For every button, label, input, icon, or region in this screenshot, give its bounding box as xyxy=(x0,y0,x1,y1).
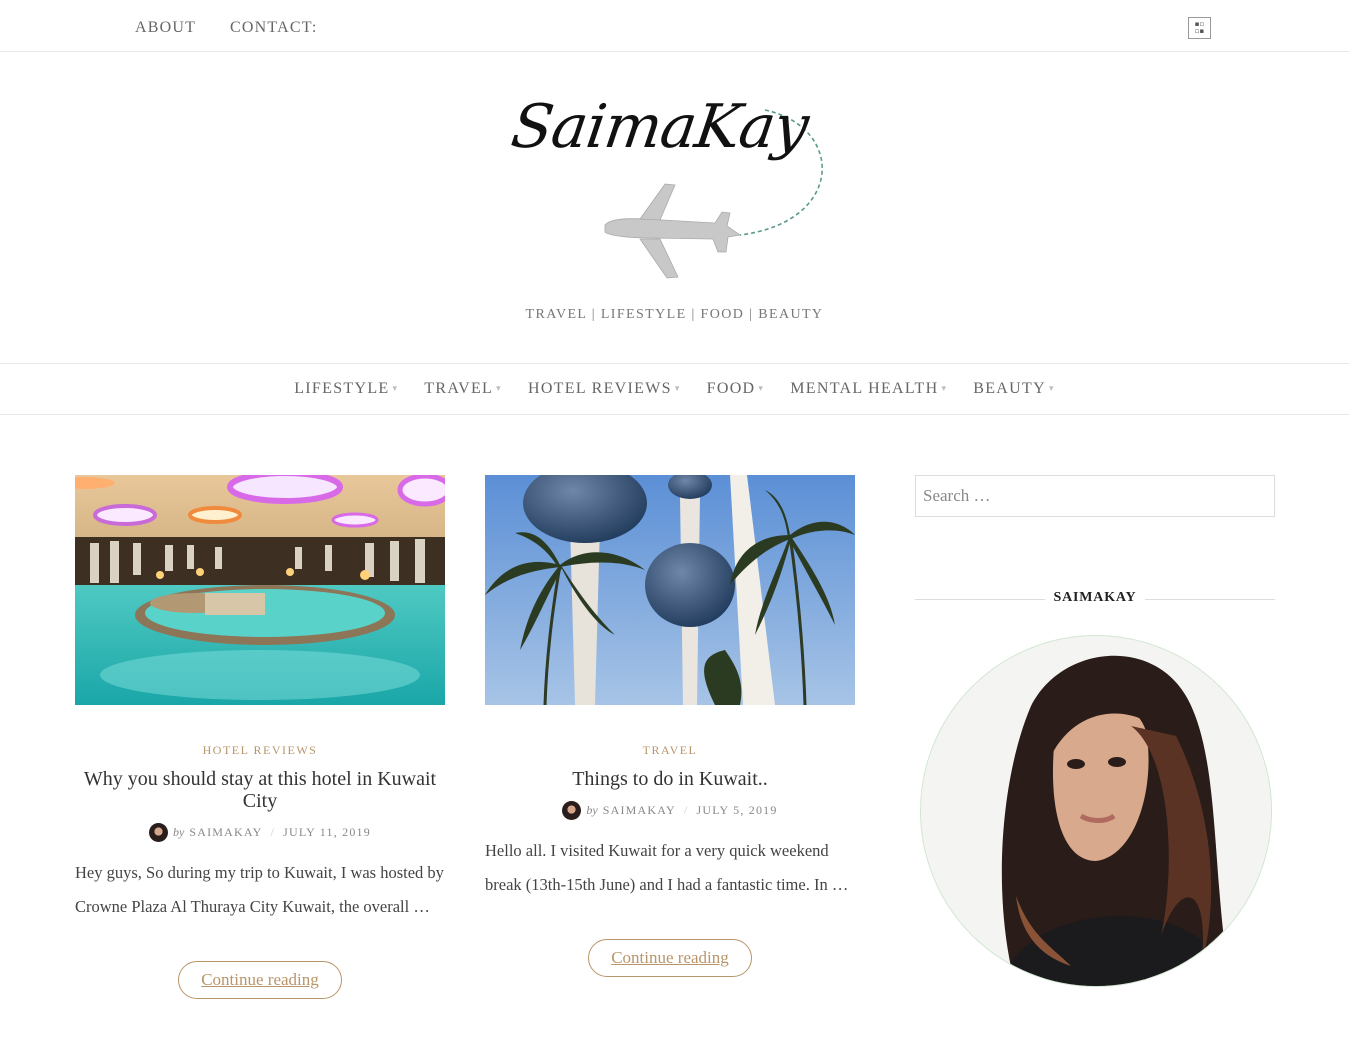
post-date[interactable]: JULY 11, 2019 xyxy=(283,825,371,840)
continue-reading-button[interactable]: Continue reading xyxy=(178,961,342,999)
post-title[interactable]: Why you should stay at this hotel in Kuw… xyxy=(75,768,445,812)
post-author[interactable]: SAIMAKAY xyxy=(603,803,676,818)
post-thumbnail-hotel-pool[interactable] xyxy=(75,475,445,705)
post-excerpt: Hello all. I visited Kuwait for a very q… xyxy=(485,841,849,894)
byline-prefix: by xyxy=(173,825,185,839)
main-navigation: LIFESTYLE ▾ TRAVEL ▾ HOTEL REVIEWS ▾ FOOD ▾ … xyxy=(0,363,1349,415)
continue-reading-button[interactable]: Continue reading xyxy=(588,939,752,977)
post-thumbnail-kuwait-towers[interactable] xyxy=(485,475,855,705)
byline-prefix: by xyxy=(586,803,598,817)
site-logo[interactable]: SaimaKay xyxy=(500,92,850,292)
chevron-down-icon: ▾ xyxy=(496,383,502,393)
nav-label: FOOD xyxy=(706,380,756,397)
nav-item-food[interactable]: FOOD ▾ xyxy=(707,380,765,398)
post-card: TRAVEL Things to do in Kuwait.. by SAIMA… xyxy=(485,475,855,977)
post-meta: by SAIMAKAY / JULY 5, 2019 xyxy=(485,801,855,820)
nav-item-travel[interactable]: TRAVEL ▾ xyxy=(424,380,502,398)
nav-item-hotel-reviews[interactable]: HOTEL REVIEWS ▾ xyxy=(528,380,681,398)
profile-photo xyxy=(920,635,1272,987)
meta-separator: / xyxy=(270,825,276,839)
nav-label: MENTAL HEALTH xyxy=(790,380,939,397)
nav-item-beauty[interactable]: BEAUTY ▾ xyxy=(973,380,1055,398)
logo-text: SaimaKay xyxy=(507,92,813,162)
post-category[interactable]: HOTEL REVIEWS xyxy=(75,743,445,758)
meta-separator: / xyxy=(683,803,689,817)
post-title[interactable]: Things to do in Kuwait.. xyxy=(485,768,855,790)
chevron-down-icon: ▾ xyxy=(674,383,681,393)
author-avatar xyxy=(149,823,169,842)
nav-item-lifestyle[interactable]: LIFESTYLE ▾ xyxy=(294,380,398,398)
nav-label: HOTEL REVIEWS xyxy=(527,380,672,397)
nav-label: LIFESTYLE xyxy=(294,380,390,397)
nav-label: BEAUTY xyxy=(973,380,1046,397)
post-category[interactable]: TRAVEL xyxy=(485,743,855,758)
site-tagline: TRAVEL | LIFESTYLE | FOOD | BEAUTY xyxy=(525,307,824,322)
post-card: HOTEL REVIEWS Why you should stay at thi… xyxy=(75,475,445,999)
post-excerpt: Hey guys, So during my trip to Kuwait, I… xyxy=(75,863,444,916)
flag-icon[interactable]: ▪▫ ▫▪ xyxy=(1188,17,1211,39)
author-avatar xyxy=(562,801,582,820)
post-date[interactable]: JULY 5, 2019 xyxy=(696,803,777,818)
post-author[interactable]: SAIMAKAY xyxy=(189,825,262,840)
chevron-down-icon: ▾ xyxy=(392,383,399,393)
top-link-about[interactable]: ABOUT xyxy=(135,19,196,37)
chevron-down-icon: ▾ xyxy=(758,383,765,393)
top-bar: ABOUT CONTACT: ▪▫ ▫▪ xyxy=(0,0,1349,52)
widget-title: SAIMAKAY xyxy=(915,590,1275,606)
nav-label: TRAVEL xyxy=(424,380,494,397)
chevron-down-icon: ▾ xyxy=(1048,383,1055,393)
chevron-down-icon: ▾ xyxy=(941,383,948,393)
nav-item-mental-health[interactable]: MENTAL HEALTH ▾ xyxy=(790,380,947,398)
post-meta: by SAIMAKAY / JULY 11, 2019 xyxy=(75,823,445,842)
search-input[interactable] xyxy=(915,475,1275,517)
top-link-contact[interactable]: CONTACT: xyxy=(230,19,318,37)
